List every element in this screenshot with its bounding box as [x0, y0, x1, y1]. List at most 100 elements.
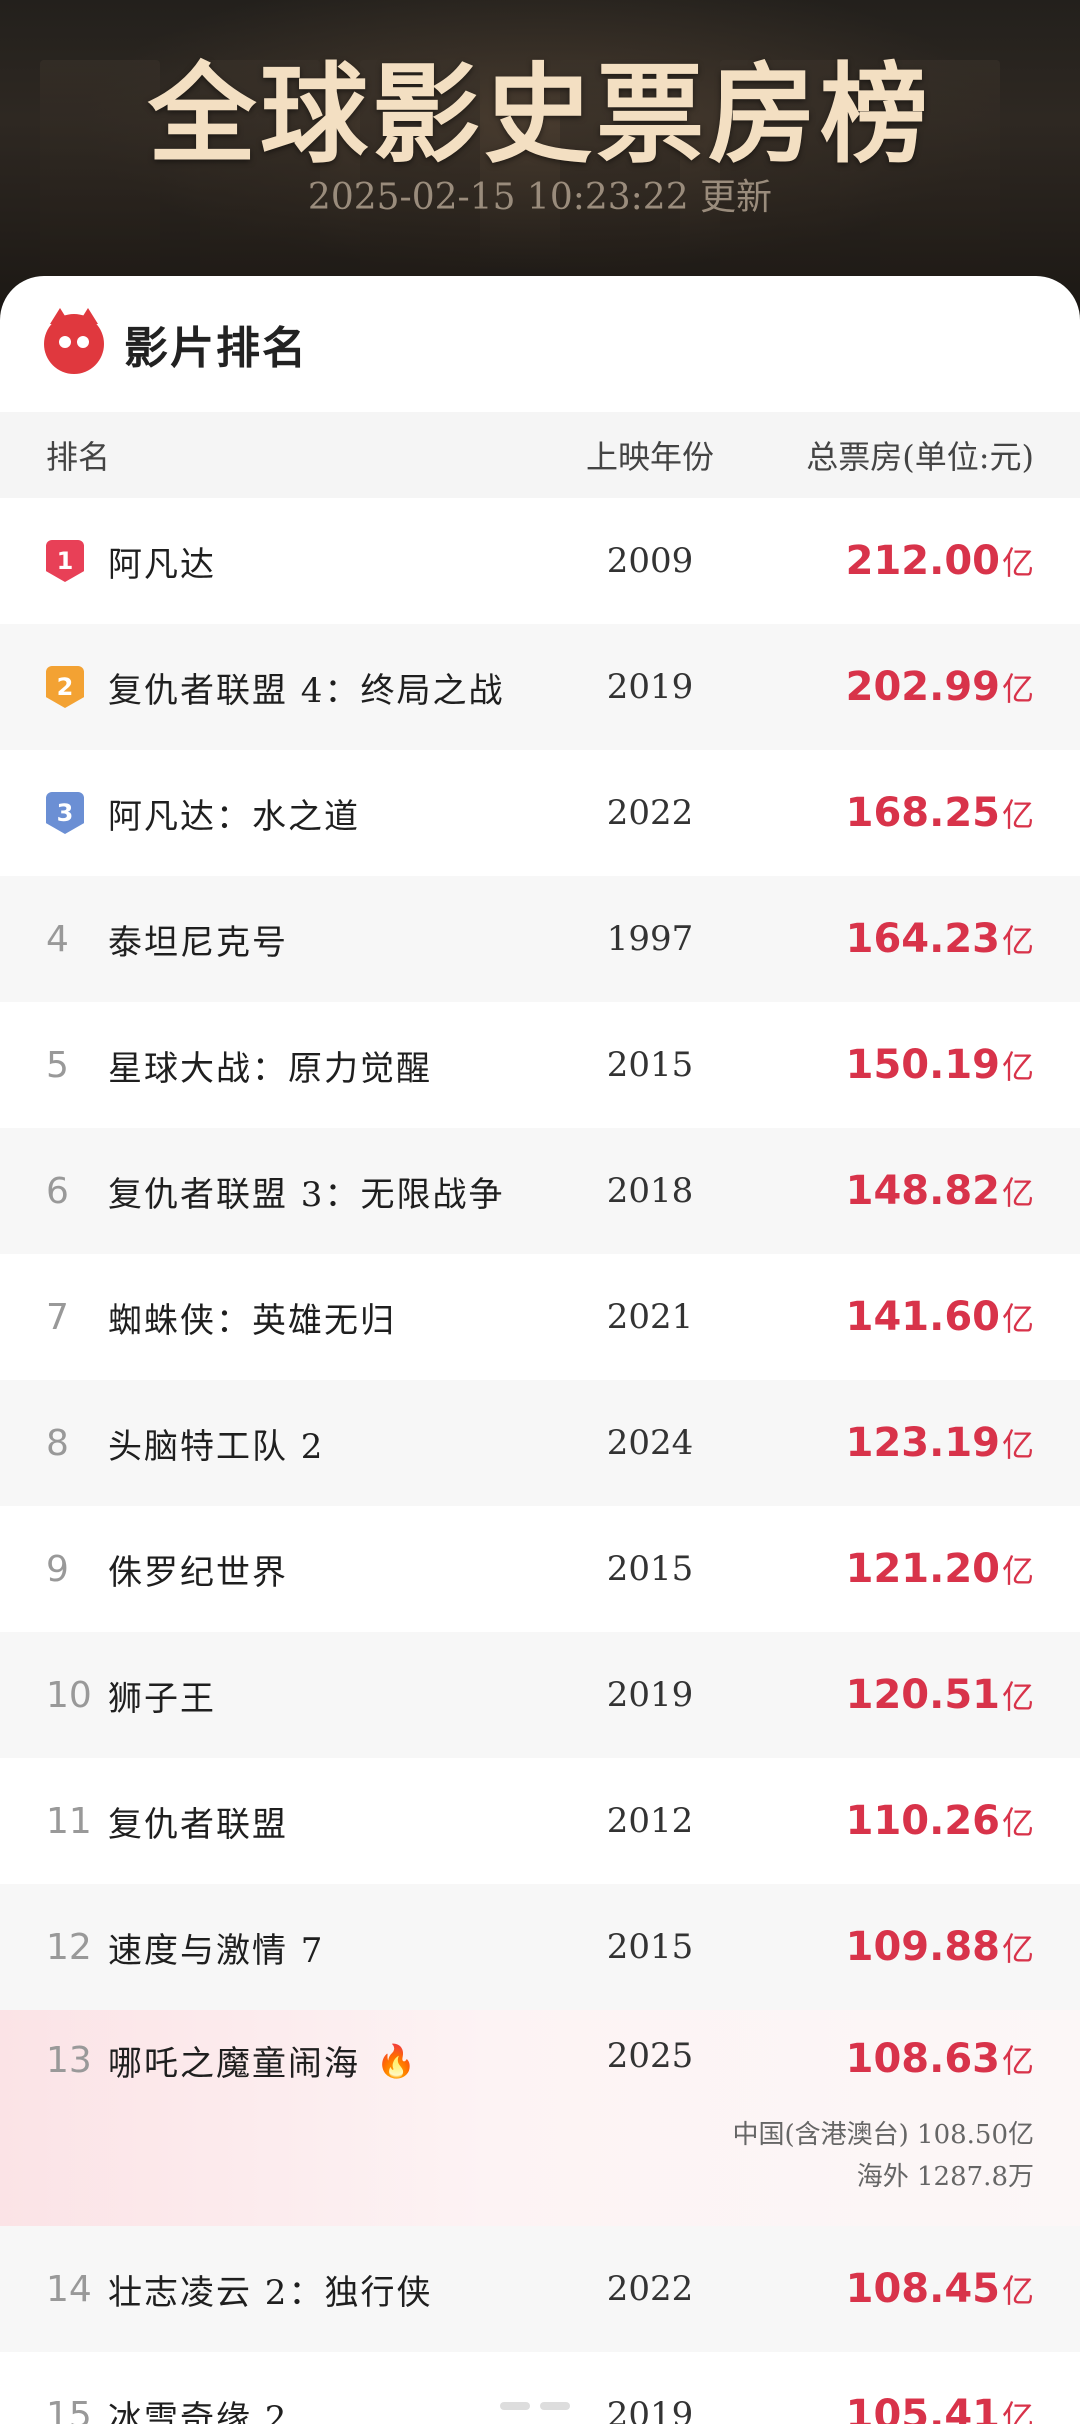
box-office-unit: 亿: [1001, 1552, 1034, 1590]
film-title: 哪吒之魔童闹海: [108, 2044, 360, 2084]
box-office-value: 105.41: [845, 2392, 1000, 2424]
rank-cell: 15 冰雪奇缘 2: [0, 2391, 560, 2424]
box-office-value: 123.19: [845, 1420, 1000, 1466]
table-row[interactable]: 13 哪吒之魔童闹海 🔥 2025 108.63亿 中国(含港澳台) 108.5…: [0, 2010, 1080, 2226]
rank-number: 14: [46, 2268, 92, 2310]
update-timestamp: 2025-02-15 10:23:22 更新: [307, 177, 773, 218]
box-office-unit: 亿: [1001, 1048, 1034, 1086]
release-year: 2019: [606, 2395, 694, 2424]
box-office-value: 202.99: [845, 664, 1000, 710]
ranking-list: 1 阿凡达 2009 212.00亿 2 复仇者联盟 4：终局之战 2019 2…: [0, 498, 1080, 2424]
box-office-value: 121.20: [845, 1546, 1000, 1592]
table-row[interactable]: 7 蜘蛛侠：英雄无归 2021 141.60亿: [0, 1254, 1080, 1380]
box-office-unit: 亿: [1001, 796, 1034, 834]
release-year: 2018: [606, 1171, 694, 1211]
table-row[interactable]: 2 复仇者联盟 4：终局之战 2019 202.99亿: [0, 624, 1080, 750]
box-office-cell: 202.99亿: [740, 664, 1080, 710]
box-office-unit: 亿: [1001, 1300, 1034, 1338]
table-row[interactable]: 3 阿凡达：水之道 2022 168.25亿: [0, 750, 1080, 876]
box-office-cell: 108.45亿: [740, 2266, 1080, 2312]
rank-cell: 11 复仇者联盟: [0, 1797, 560, 1846]
box-office-value: 168.25: [845, 790, 1000, 836]
table-row[interactable]: 10 狮子王 2019 120.51亿: [0, 1632, 1080, 1758]
film-title: 复仇者联盟 3：无限战争: [108, 1174, 505, 1215]
china-box-office: 中国(含港澳台) 108.50亿: [732, 2120, 1034, 2150]
release-year: 2012: [606, 1801, 694, 1841]
box-office-value: 148.82: [845, 1168, 1000, 1214]
film-title: 头脑特工队 2: [108, 1426, 325, 1467]
box-office-unit: 亿: [1001, 1426, 1034, 1464]
film-title: 冰雪奇缘 2: [108, 2398, 289, 2424]
release-year: 2015: [606, 1549, 694, 1589]
rank-number: 13: [46, 2040, 92, 2081]
table-row[interactable]: 11 复仇者联盟 2012 110.26亿: [0, 1758, 1080, 1884]
film-title: 蜘蛛侠：英雄无归: [108, 1300, 396, 1341]
rank-cell: 6 复仇者联盟 3：无限战争: [0, 1167, 560, 1216]
cat-eye-logo-icon: [44, 308, 104, 374]
box-office-unit: 亿: [1001, 1174, 1034, 1212]
box-office-unit: 亿: [1001, 2398, 1034, 2424]
box-office-unit: 亿: [1001, 2042, 1034, 2080]
page-title: 全球影史票房榜: [147, 52, 932, 178]
table-row[interactable]: 1 阿凡达 2009 212.00亿: [0, 498, 1080, 624]
box-office-cell: 105.41亿: [740, 2392, 1080, 2424]
rank-cell: 12 速度与激情 7: [0, 1923, 560, 1972]
table-row[interactable]: 14 壮志凌云 2：独行侠 2022 108.45亿: [0, 2226, 1080, 2352]
film-title: 泰坦尼克号: [108, 922, 288, 963]
table-row[interactable]: 9 侏罗纪世界 2015 121.20亿: [0, 1506, 1080, 1632]
box-office-value: 110.26: [845, 1798, 1000, 1844]
box-office-value: 141.60: [845, 1294, 1000, 1340]
table-row[interactable]: 4 泰坦尼克号 1997 164.23亿: [0, 876, 1080, 1002]
release-year: 1997: [606, 919, 694, 959]
rank-number: 4: [46, 918, 69, 960]
rank-cell: 1 阿凡达: [0, 537, 560, 586]
release-year: 2019: [606, 667, 694, 707]
rank-number: 11: [46, 1800, 92, 1842]
table-row[interactable]: 6 复仇者联盟 3：无限战争 2018 148.82亿: [0, 1128, 1080, 1254]
rank-badge-icon: 1: [46, 540, 84, 582]
box-office-unit: 亿: [1001, 544, 1034, 582]
table-row[interactable]: 12 速度与激情 7 2015 109.88亿: [0, 1884, 1080, 2010]
rank-cell: 5 星球大战：原力觉醒: [0, 1041, 560, 1090]
box-office-cell: 168.25亿: [740, 790, 1080, 836]
ranking-card: 影片排名 排名 上映年份 总票房(单位:元) 1 阿凡达 2009 212.00…: [0, 276, 1080, 2424]
rank-cell: 10 狮子王: [0, 1671, 560, 1720]
column-header-rank: 排名: [46, 438, 111, 476]
film-title: 复仇者联盟 4：终局之战: [108, 670, 505, 711]
film-title: 星球大战：原力觉醒: [108, 1048, 432, 1089]
box-office-value: 150.19: [845, 1042, 1000, 1088]
column-header-year: 上映年份: [585, 438, 714, 476]
box-office-unit: 亿: [1001, 1678, 1034, 1716]
rank-number: 5: [46, 1044, 69, 1086]
rank-cell: 4 泰坦尼克号: [0, 915, 560, 964]
rank-number: 6: [46, 1170, 69, 1212]
box-office-unit: 亿: [1001, 922, 1034, 960]
box-office-unit: 亿: [1001, 1930, 1034, 1968]
box-office-unit: 亿: [1001, 670, 1034, 708]
rank-number: 15: [46, 2394, 92, 2424]
release-year: 2009: [606, 541, 694, 581]
card-title: 影片排名: [124, 323, 308, 374]
box-office-value: 109.88: [845, 1924, 1000, 1970]
film-title: 狮子王: [108, 1678, 216, 1719]
rank-cell: 13 哪吒之魔童闹海 🔥: [0, 2036, 560, 2085]
box-office-cell: 123.19亿: [740, 1420, 1080, 1466]
home-indicator: [500, 2402, 580, 2414]
release-year: 2015: [606, 1927, 694, 1967]
rank-cell: 3 阿凡达：水之道: [0, 789, 560, 838]
box-office-value: 212.00: [845, 538, 1000, 584]
fire-icon: 🔥: [376, 2041, 416, 2080]
table-row[interactable]: 8 头脑特工队 2 2024 123.19亿: [0, 1380, 1080, 1506]
release-year: 2022: [606, 2269, 694, 2309]
box-office-cell: 121.20亿: [740, 1546, 1080, 1592]
release-year: 2021: [606, 1297, 694, 1337]
overseas-box-office: 海外 1287.8万: [856, 2162, 1034, 2192]
film-title: 壮志凌云 2：独行侠: [108, 2272, 433, 2313]
release-year: 2024: [606, 1423, 694, 1463]
card-header: 影片排名: [0, 276, 1080, 412]
rank-number: 7: [46, 1296, 69, 1338]
release-year: 2022: [606, 793, 694, 833]
table-row[interactable]: 5 星球大战：原力觉醒 2015 150.19亿: [0, 1002, 1080, 1128]
rank-badge-icon: 3: [46, 792, 84, 834]
rank-cell: 7 蜘蛛侠：英雄无归: [0, 1293, 560, 1342]
